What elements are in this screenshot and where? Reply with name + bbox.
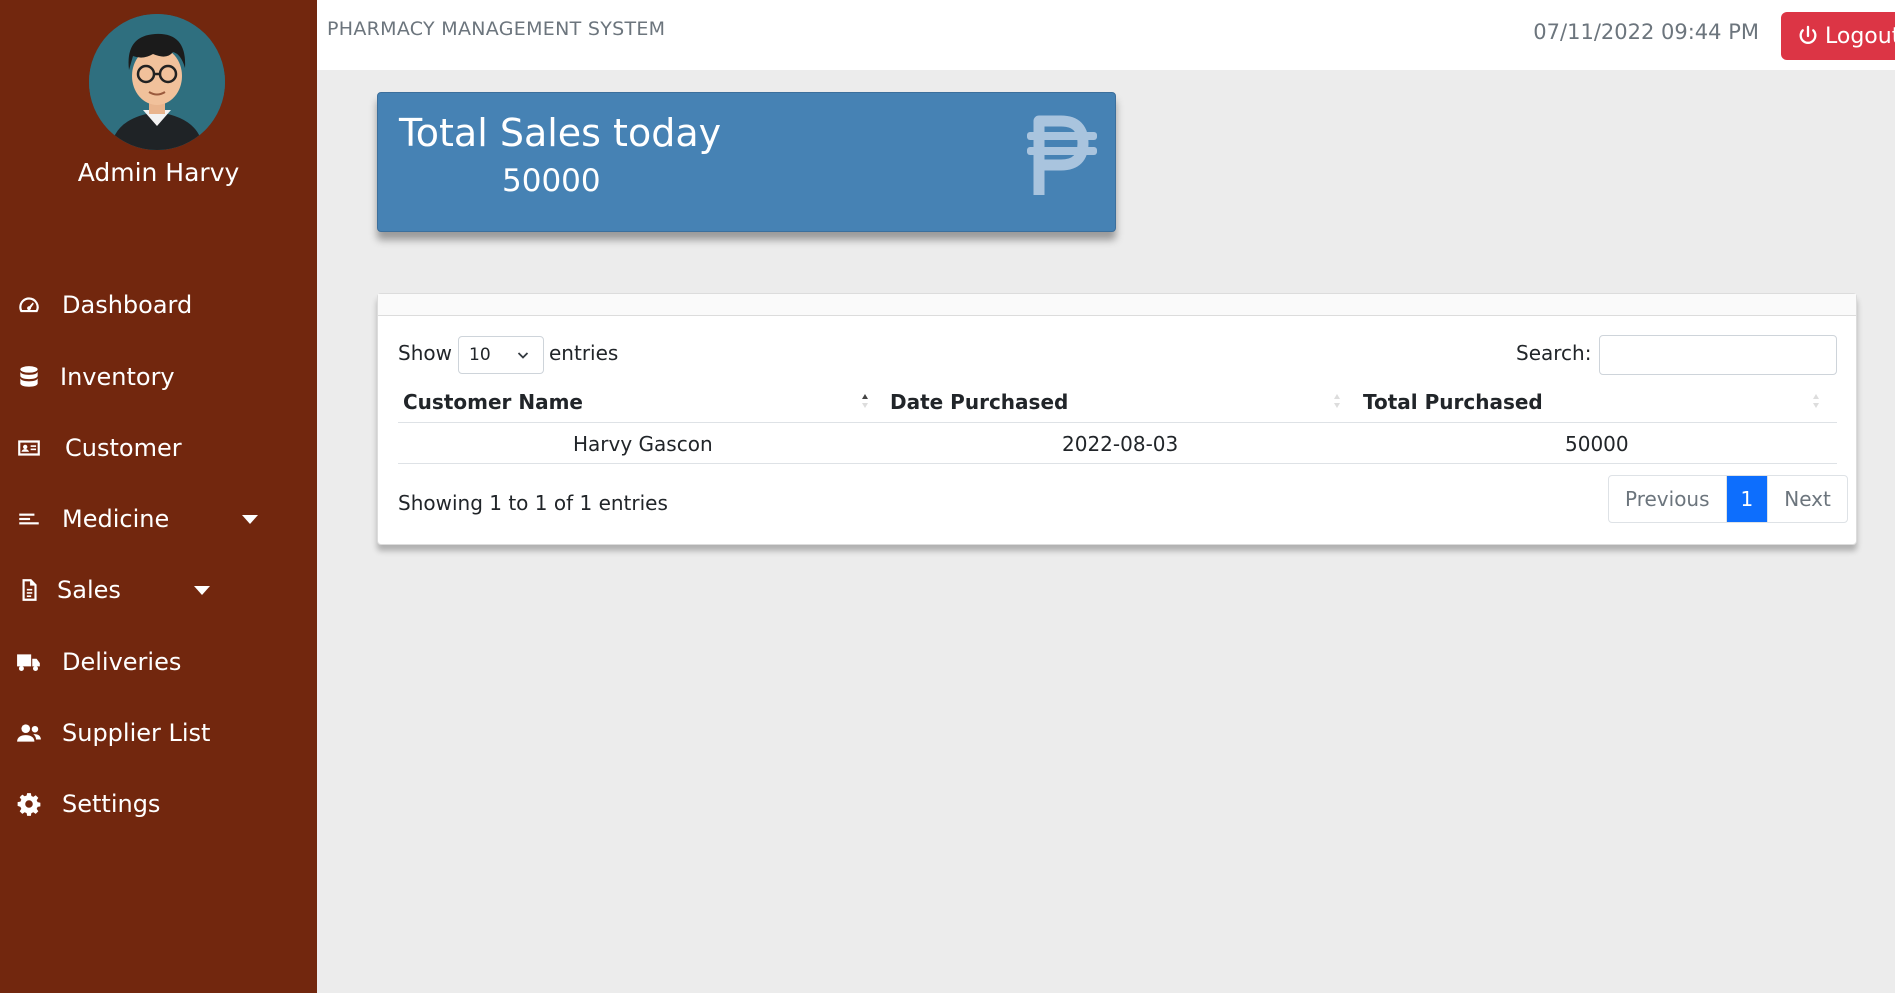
- pagination-page-1[interactable]: 1: [1725, 476, 1768, 522]
- gear-icon: [14, 789, 44, 819]
- total-sales-card: Total Sales today 50000: [377, 92, 1116, 232]
- sidebar-item-label: Sales: [57, 576, 121, 604]
- top-bar: PHARMACY MANAGEMENT SYSTEM 07/11/2022 09…: [317, 0, 1895, 70]
- table-info: Showing 1 to 1 of 1 entries: [398, 491, 668, 515]
- sidebar-item-inventory[interactable]: Inventory: [0, 352, 317, 402]
- admin-name: Admin Harvy: [77, 158, 240, 187]
- entries-label: entries: [549, 341, 619, 365]
- sales-card-value: 50000: [502, 163, 601, 199]
- card-header: [378, 294, 1856, 316]
- document-icon: [14, 575, 44, 605]
- chevron-down-icon: [242, 514, 258, 524]
- logout-button[interactable]: Logout: [1781, 12, 1895, 60]
- users-icon: [14, 718, 44, 748]
- search-label: Search:: [1516, 341, 1592, 365]
- id-card-icon: [14, 433, 44, 463]
- truck-icon: [14, 647, 44, 677]
- sort-icon[interactable]: [1333, 392, 1341, 410]
- peso-icon: [1027, 115, 1097, 195]
- sidebar-item-customer[interactable]: Customer: [0, 423, 317, 473]
- pagination-previous[interactable]: Previous: [1609, 476, 1726, 522]
- search-input[interactable]: [1599, 335, 1837, 375]
- sidebar-item-medicine[interactable]: Medicine: [0, 494, 317, 544]
- show-label: Show: [398, 341, 452, 365]
- sales-table-card: Show 10 entries Search: Customer Name Da…: [377, 293, 1857, 545]
- pagination-next[interactable]: Next: [1767, 476, 1847, 522]
- sales-card-title: Total Sales today: [399, 111, 722, 155]
- sort-icon[interactable]: [861, 392, 869, 410]
- entries-per-page-select[interactable]: 10: [458, 336, 544, 374]
- user-avatar: [89, 14, 225, 150]
- current-datetime: 07/11/2022 09:44 PM: [1533, 20, 1759, 44]
- sidebar-item-label: Inventory: [60, 363, 175, 391]
- logout-label: Logout: [1825, 23, 1895, 49]
- column-header-customer-name[interactable]: Customer Name: [403, 390, 583, 414]
- avatar-illustration-icon: [89, 14, 225, 150]
- cell-total-purchased: 50000: [1565, 432, 1629, 456]
- sidebar-item-settings[interactable]: Settings: [0, 779, 317, 829]
- list-icon: [14, 504, 44, 534]
- sidebar-item-label: Settings: [62, 790, 161, 818]
- sidebar-item-deliveries[interactable]: Deliveries: [0, 637, 317, 687]
- database-icon: [14, 362, 44, 392]
- sidebar-item-label: Dashboard: [62, 291, 193, 319]
- sidebar-item-label: Supplier List: [62, 719, 211, 747]
- header-divider: [398, 422, 1837, 423]
- sidebar-item-label: Deliveries: [62, 648, 182, 676]
- power-icon: [1799, 25, 1817, 44]
- gauge-icon: [14, 290, 44, 320]
- entries-per-page-value: 10: [469, 345, 491, 365]
- pagination: Previous 1 Next: [1608, 475, 1848, 523]
- chevron-down-icon: [517, 352, 529, 359]
- sidebar: Admin Harvy Dashboard Inventory Customer: [0, 0, 317, 993]
- column-header-date-purchased[interactable]: Date Purchased: [890, 390, 1068, 414]
- sidebar-item-supplier-list[interactable]: Supplier List: [0, 708, 317, 758]
- cell-customer-name: Harvy Gascon: [573, 432, 713, 456]
- sidebar-item-label: Customer: [65, 434, 182, 462]
- sort-icon[interactable]: [1812, 392, 1820, 410]
- chevron-down-icon: [194, 585, 210, 595]
- system-title: PHARMACY MANAGEMENT SYSTEM: [327, 18, 666, 40]
- sidebar-item-sales[interactable]: Sales: [0, 565, 317, 615]
- sidebar-item-dashboard[interactable]: Dashboard: [0, 280, 317, 330]
- cell-date-purchased: 2022-08-03: [1062, 432, 1179, 456]
- sidebar-item-label: Medicine: [62, 505, 170, 533]
- column-header-total-purchased[interactable]: Total Purchased: [1363, 390, 1543, 414]
- row-divider: [398, 463, 1837, 464]
